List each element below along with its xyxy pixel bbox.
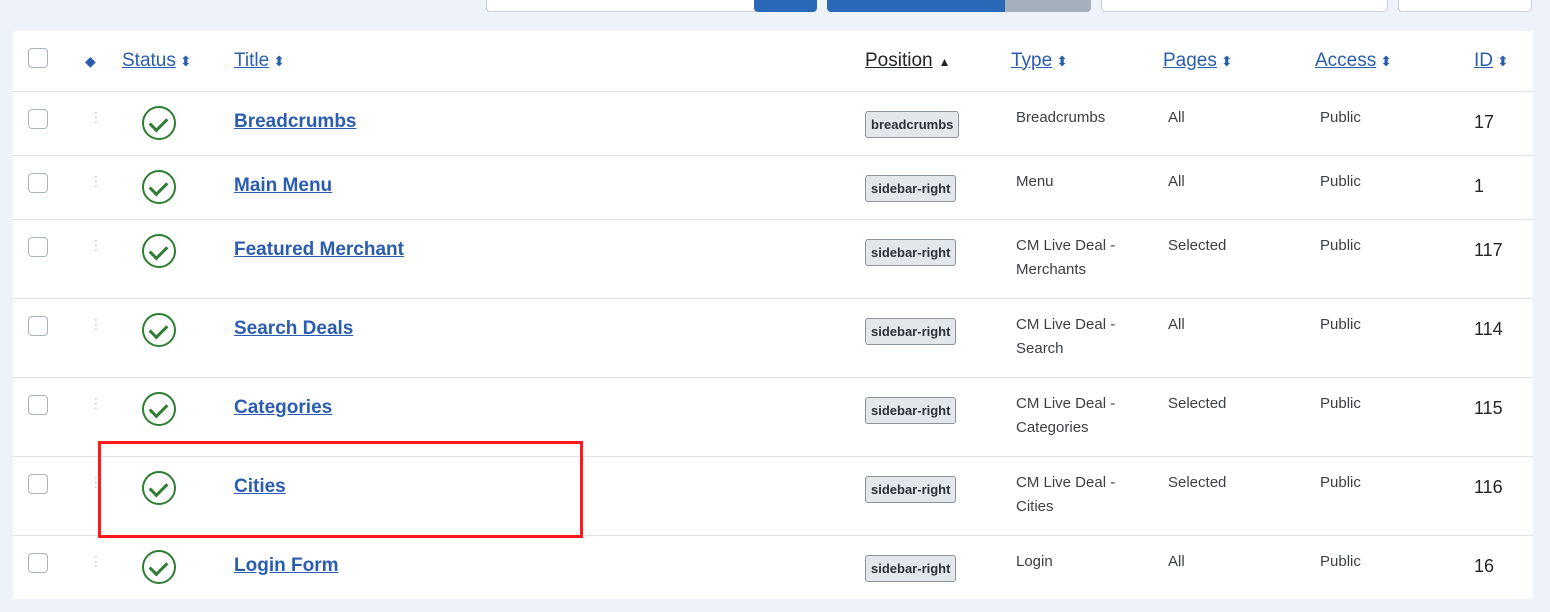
published-status-icon[interactable] (142, 105, 176, 140)
type-text: CM Live Deal - Cities (1016, 473, 1116, 515)
search-button[interactable] (754, 0, 817, 12)
drag-handle-icon[interactable]: ⋮ (89, 317, 103, 331)
pages-text: Selected (1168, 473, 1227, 491)
sort-pages-link[interactable]: Pages (1163, 50, 1217, 71)
table-row: ⋮ Cities sidebar-right CM Live Deal - Ci… (13, 456, 1533, 535)
position-badge: sidebar-right (865, 475, 957, 503)
row-checkbox[interactable] (28, 473, 48, 494)
row-checkbox[interactable] (28, 172, 48, 193)
published-status-icon[interactable] (142, 470, 176, 505)
sort-caret-icon: ⬍ (1497, 52, 1509, 69)
sort-id-link[interactable]: ID (1474, 50, 1493, 71)
type-text: Breadcrumbs (1016, 108, 1106, 126)
position-badge: sidebar-right (865, 174, 957, 202)
id-text: 115 (1474, 397, 1503, 418)
id-text: 17 (1474, 111, 1495, 132)
published-status-icon[interactable] (142, 549, 176, 584)
module-title-link[interactable]: Breadcrumbs (234, 111, 357, 132)
table-row: ⋮ Breadcrumbs breadcrumbs Breadcrumbs Al… (13, 91, 1533, 155)
access-text: Public (1320, 315, 1361, 333)
module-title-link[interactable]: Cities (234, 476, 286, 497)
table-row: ⋮ Categories sidebar-right CM Live Deal … (13, 377, 1533, 456)
table-row: ⋮ Featured Merchant sidebar-right CM Liv… (13, 219, 1533, 298)
type-text: CM Live Deal - Merchants (1016, 236, 1116, 278)
sort-access-link[interactable]: Access (1315, 50, 1376, 71)
type-text: Menu (1016, 172, 1054, 190)
sort-caret-icon: ⬍ (1056, 52, 1068, 69)
drag-handle-icon[interactable]: ⋮ (89, 238, 103, 252)
sort-status-link[interactable]: Status (122, 50, 176, 71)
position-badge: sidebar-right (865, 317, 957, 345)
ordering-select[interactable] (1101, 0, 1388, 12)
access-text: Public (1320, 552, 1361, 570)
pages-text: Selected (1168, 394, 1227, 412)
sort-caret-icon: ⬍ (1380, 52, 1392, 69)
row-checkbox[interactable] (28, 236, 48, 257)
sort-ordering-icon[interactable]: ◆ (85, 53, 96, 69)
pages-text: All (1168, 108, 1185, 126)
pages-text: All (1168, 315, 1185, 333)
access-text: Public (1320, 172, 1361, 190)
position-badge: sidebar-right (865, 396, 957, 424)
module-title-link[interactable]: Categories (234, 397, 332, 418)
row-checkbox[interactable] (28, 108, 48, 129)
id-text: 114 (1474, 318, 1503, 339)
table-row: ⋮ Search Deals sidebar-right CM Live Dea… (13, 298, 1533, 377)
module-title-link[interactable]: Login Form (234, 555, 338, 576)
sort-position-link[interactable]: Position (865, 50, 933, 71)
drag-handle-icon[interactable]: ⋮ (89, 110, 103, 124)
pages-text: Selected (1168, 236, 1227, 254)
access-text: Public (1320, 108, 1361, 126)
pages-text: All (1168, 552, 1185, 570)
published-status-icon[interactable] (142, 233, 176, 268)
sort-caret-icon: ⬍ (1220, 52, 1233, 69)
search-input[interactable] (486, 0, 756, 12)
sort-title-link[interactable]: Title (234, 50, 269, 71)
table-row: ⋮ Login Form sidebar-right Login All Pub… (13, 535, 1533, 599)
id-text: 1 (1474, 175, 1485, 196)
position-badge: sidebar-right (865, 238, 957, 266)
published-status-icon[interactable] (142, 312, 176, 347)
module-title-link[interactable]: Search Deals (234, 318, 353, 339)
table-row: ⋮ Main Menu sidebar-right Menu All Publi… (13, 155, 1533, 219)
sort-caret-icon: ⬍ (179, 52, 192, 69)
drag-handle-icon[interactable]: ⋮ (89, 554, 103, 568)
limit-select[interactable] (1398, 0, 1532, 12)
pages-text: All (1168, 172, 1185, 190)
published-status-icon[interactable] (142, 169, 176, 204)
access-text: Public (1320, 236, 1361, 254)
row-checkbox[interactable] (28, 394, 48, 415)
position-badge: breadcrumbs (865, 110, 960, 138)
module-title-link[interactable]: Main Menu (234, 175, 332, 196)
row-checkbox[interactable] (28, 315, 48, 336)
drag-handle-icon[interactable]: ⋮ (89, 475, 103, 489)
id-text: 16 (1474, 555, 1495, 576)
access-text: Public (1320, 473, 1361, 491)
table-header-row: ◆ Status ⬍ Title ⬍ Position ▲ Type ⬍ Pages ⬍ … (13, 31, 1533, 91)
clear-button[interactable] (1005, 0, 1091, 12)
type-text: CM Live Deal - Categories (1016, 394, 1116, 436)
drag-handle-icon[interactable]: ⋮ (89, 396, 103, 410)
access-text: Public (1320, 394, 1361, 412)
id-text: 116 (1474, 476, 1503, 497)
published-status-icon[interactable] (142, 391, 176, 426)
row-checkbox[interactable] (28, 552, 48, 573)
module-title-link[interactable]: Featured Merchant (234, 239, 404, 260)
sort-asc-icon: ▲ (938, 54, 951, 69)
sort-type-link[interactable]: Type (1011, 50, 1052, 71)
type-text: CM Live Deal - Search (1016, 315, 1116, 357)
filter-options-button[interactable] (827, 0, 1007, 12)
type-text: Login (1016, 552, 1053, 570)
id-text: 117 (1474, 239, 1503, 260)
position-badge: sidebar-right (865, 554, 957, 582)
select-all-checkbox[interactable] (28, 47, 48, 68)
sort-caret-icon: ⬍ (273, 52, 285, 69)
modules-table: ◆ Status ⬍ Title ⬍ Position ▲ Type ⬍ Pages ⬍ … (13, 31, 1533, 599)
drag-handle-icon[interactable]: ⋮ (89, 174, 103, 188)
